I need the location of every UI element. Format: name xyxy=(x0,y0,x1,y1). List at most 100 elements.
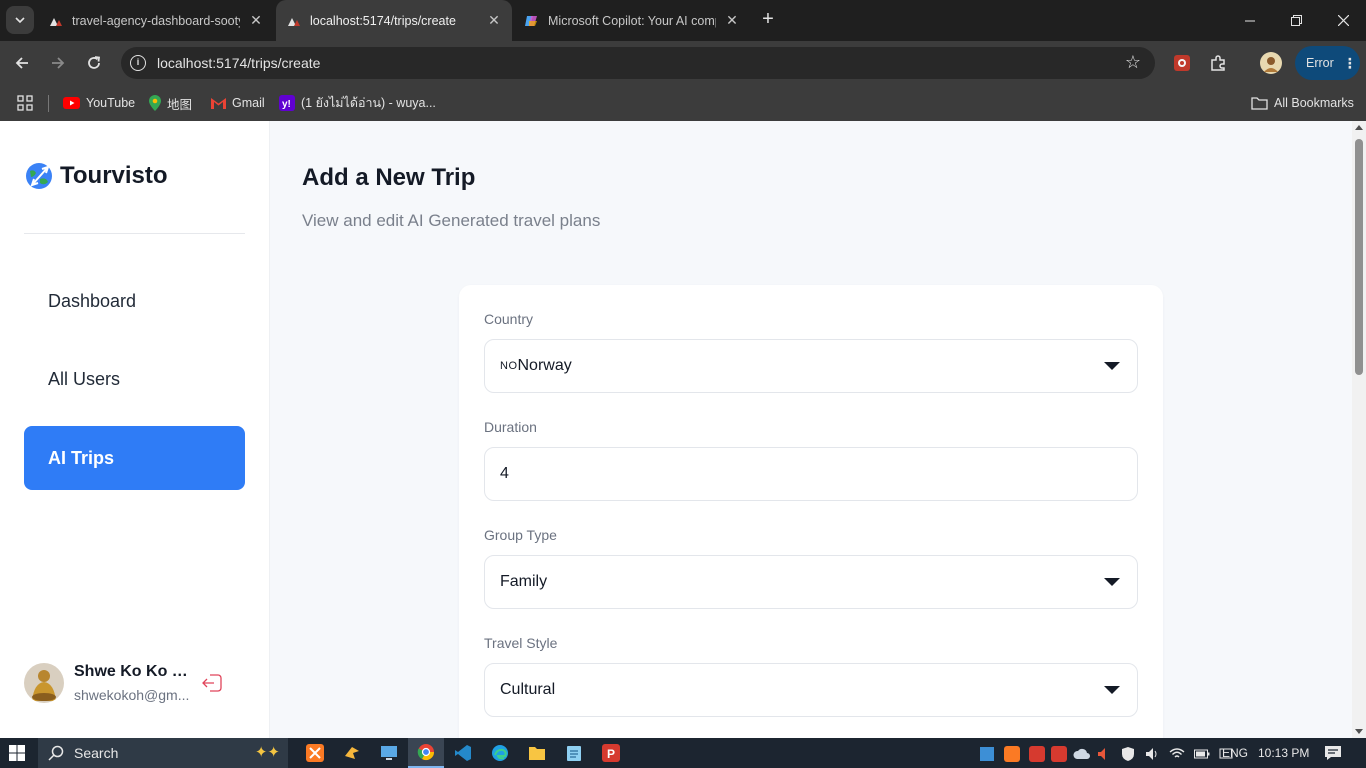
edge-icon xyxy=(492,745,508,761)
taskbar-edge[interactable] xyxy=(482,738,518,768)
taskbar-remote-desktop[interactable] xyxy=(371,738,407,768)
scroll-thumb[interactable] xyxy=(1355,139,1363,375)
taskbar-bird-app[interactable] xyxy=(334,738,370,768)
browser-tabstrip: travel-agency-dashboard-sooty ✕ localhos… xyxy=(0,0,1366,41)
group-type-label: Group Type xyxy=(484,527,557,543)
tray-p-icon[interactable] xyxy=(1051,746,1067,762)
caret-down-icon xyxy=(1104,686,1120,694)
bookmark-label: (1 ยังไม่ได้อ่าน) - wuya... xyxy=(301,96,436,110)
scroll-up-arrow-icon[interactable] xyxy=(1355,125,1363,130)
sidebar-item-ai-trips[interactable]: AI Trips xyxy=(24,426,245,490)
caret-down-icon xyxy=(1104,578,1120,586)
folder-icon xyxy=(529,747,545,760)
taskbar-file-explorer[interactable] xyxy=(519,738,555,768)
apps-grid-icon[interactable] xyxy=(17,92,33,114)
all-bookmarks[interactable]: All Bookmarks xyxy=(1251,92,1354,114)
bookmarks-bar: YouTube 地图 Gmail y! (1 ยังไม่ได้อ่าน) - … xyxy=(0,86,1366,121)
page-title: Add a New Trip xyxy=(302,164,476,191)
duration-input[interactable]: 4 xyxy=(484,447,1138,501)
brand-name: Tourvisto xyxy=(60,162,168,189)
shield-icon[interactable] xyxy=(1121,746,1135,762)
taskbar-xampp[interactable] xyxy=(297,738,333,768)
taskbar-postman-app[interactable]: P xyxy=(593,738,629,768)
sidebar-item-label: Dashboard xyxy=(48,290,137,311)
bookmark-gmail[interactable]: Gmail xyxy=(211,92,265,114)
page-scrollbar[interactable] xyxy=(1352,121,1366,738)
travel-style-select[interactable]: Cultural xyxy=(484,663,1138,717)
tab-travel-agency[interactable]: travel-agency-dashboard-sooty ✕ xyxy=(38,0,274,41)
tray-app-icon[interactable] xyxy=(979,746,995,762)
logout-button[interactable] xyxy=(200,671,224,695)
vscode-icon xyxy=(455,745,471,761)
arrow-left-icon xyxy=(15,57,28,69)
address-bar[interactable]: i localhost:5174/trips/create ☆ xyxy=(121,47,1155,79)
wifi-icon[interactable] xyxy=(1169,746,1185,762)
windows-start-icon[interactable] xyxy=(9,745,25,761)
avatar xyxy=(24,663,64,703)
taskbar-notepad[interactable] xyxy=(556,738,592,768)
search-icon xyxy=(48,745,64,761)
search-label: Search xyxy=(74,745,119,761)
volume-icon[interactable] xyxy=(1144,746,1160,762)
all-bookmarks-label: All Bookmarks xyxy=(1274,96,1354,110)
reload-button[interactable] xyxy=(81,50,107,76)
xampp-icon xyxy=(306,744,324,762)
new-tab-button[interactable]: + xyxy=(756,8,780,32)
onedrive-cloud-icon[interactable] xyxy=(1073,747,1091,761)
close-tab-icon[interactable]: ✕ xyxy=(248,12,264,29)
tab-trips-create[interactable]: localhost:5174/trips/create ✕ xyxy=(276,0,512,41)
bookmark-label: YouTube xyxy=(86,96,136,110)
battery-icon[interactable] xyxy=(1194,748,1210,760)
forward-button[interactable] xyxy=(45,50,71,76)
profile-error-button[interactable]: Error ⋮ xyxy=(1295,46,1360,80)
notepad-icon xyxy=(567,746,581,761)
bookmark-youtube[interactable]: YouTube xyxy=(63,92,135,114)
bookmark-yahoo[interactable]: y! (1 ยังไม่ได้อ่าน) - wuya... xyxy=(279,92,436,114)
group-type-select[interactable]: Family xyxy=(484,555,1138,609)
taskbar-chrome[interactable] xyxy=(408,738,444,768)
travel-style-value: Cultural xyxy=(500,681,556,698)
site-info-icon[interactable]: i xyxy=(130,55,146,71)
sidebar-item-dashboard[interactable]: Dashboard xyxy=(24,269,245,333)
sidebar-item-all-users[interactable]: All Users xyxy=(24,347,245,411)
reload-icon xyxy=(88,56,101,69)
speaker-muted-icon[interactable] xyxy=(1096,746,1112,762)
scroll-down-arrow-icon[interactable] xyxy=(1355,729,1363,734)
brand-logo[interactable]: Tourvisto xyxy=(24,161,168,191)
close-tab-icon[interactable]: ✕ xyxy=(486,12,502,29)
tab-search-button[interactable] xyxy=(6,6,34,34)
tray-xampp-icon[interactable] xyxy=(1004,746,1020,762)
country-select[interactable]: NO Norway xyxy=(484,339,1138,393)
more-menu-icon: ⋮ xyxy=(1342,54,1357,71)
globe-plane-icon xyxy=(26,163,52,189)
vercel-favicon-icon xyxy=(48,13,64,29)
restore-window-button[interactable] xyxy=(1273,0,1319,41)
close-window-button[interactable] xyxy=(1320,0,1366,41)
country-value: Norway xyxy=(517,357,572,374)
tray-p-icon[interactable] xyxy=(1029,746,1045,762)
yahoo-icon: y! xyxy=(279,95,295,111)
copilot-favicon-icon xyxy=(524,13,540,29)
tab-copilot[interactable]: Microsoft Copilot: Your AI comp ✕ xyxy=(514,0,750,41)
taskbar-search[interactable]: Search ✦✦ xyxy=(38,738,288,768)
input-language[interactable]: ENG xyxy=(1222,746,1248,760)
taskbar-vscode[interactable] xyxy=(445,738,481,768)
extensions-puzzle-icon[interactable] xyxy=(1207,52,1229,74)
trip-form: Country NO Norway Duration 4 Group Type … xyxy=(459,285,1163,738)
back-button[interactable] xyxy=(9,50,35,76)
bookmark-label: Gmail xyxy=(232,96,265,110)
bookmark-maps[interactable]: 地图 xyxy=(149,92,192,114)
url-text[interactable]: localhost:5174/trips/create xyxy=(157,55,320,71)
close-tab-icon[interactable]: ✕ xyxy=(724,12,740,29)
profile-avatar-icon[interactable] xyxy=(1260,52,1282,74)
minimize-window-button[interactable] xyxy=(1227,0,1273,41)
minimize-icon xyxy=(1245,20,1255,21)
bookmark-star-icon[interactable]: ☆ xyxy=(1125,52,1141,73)
notification-center-icon[interactable] xyxy=(1324,745,1342,761)
user-name: Shwe Ko Ko H... xyxy=(74,663,190,680)
sidebar-item-label: All Users xyxy=(48,368,121,389)
extension-red-icon[interactable] xyxy=(1171,52,1193,74)
sidebar-divider xyxy=(24,233,245,234)
bookmark-label: 地图 xyxy=(167,97,193,112)
taskbar-clock[interactable]: 10:13 PM xyxy=(1258,746,1309,760)
